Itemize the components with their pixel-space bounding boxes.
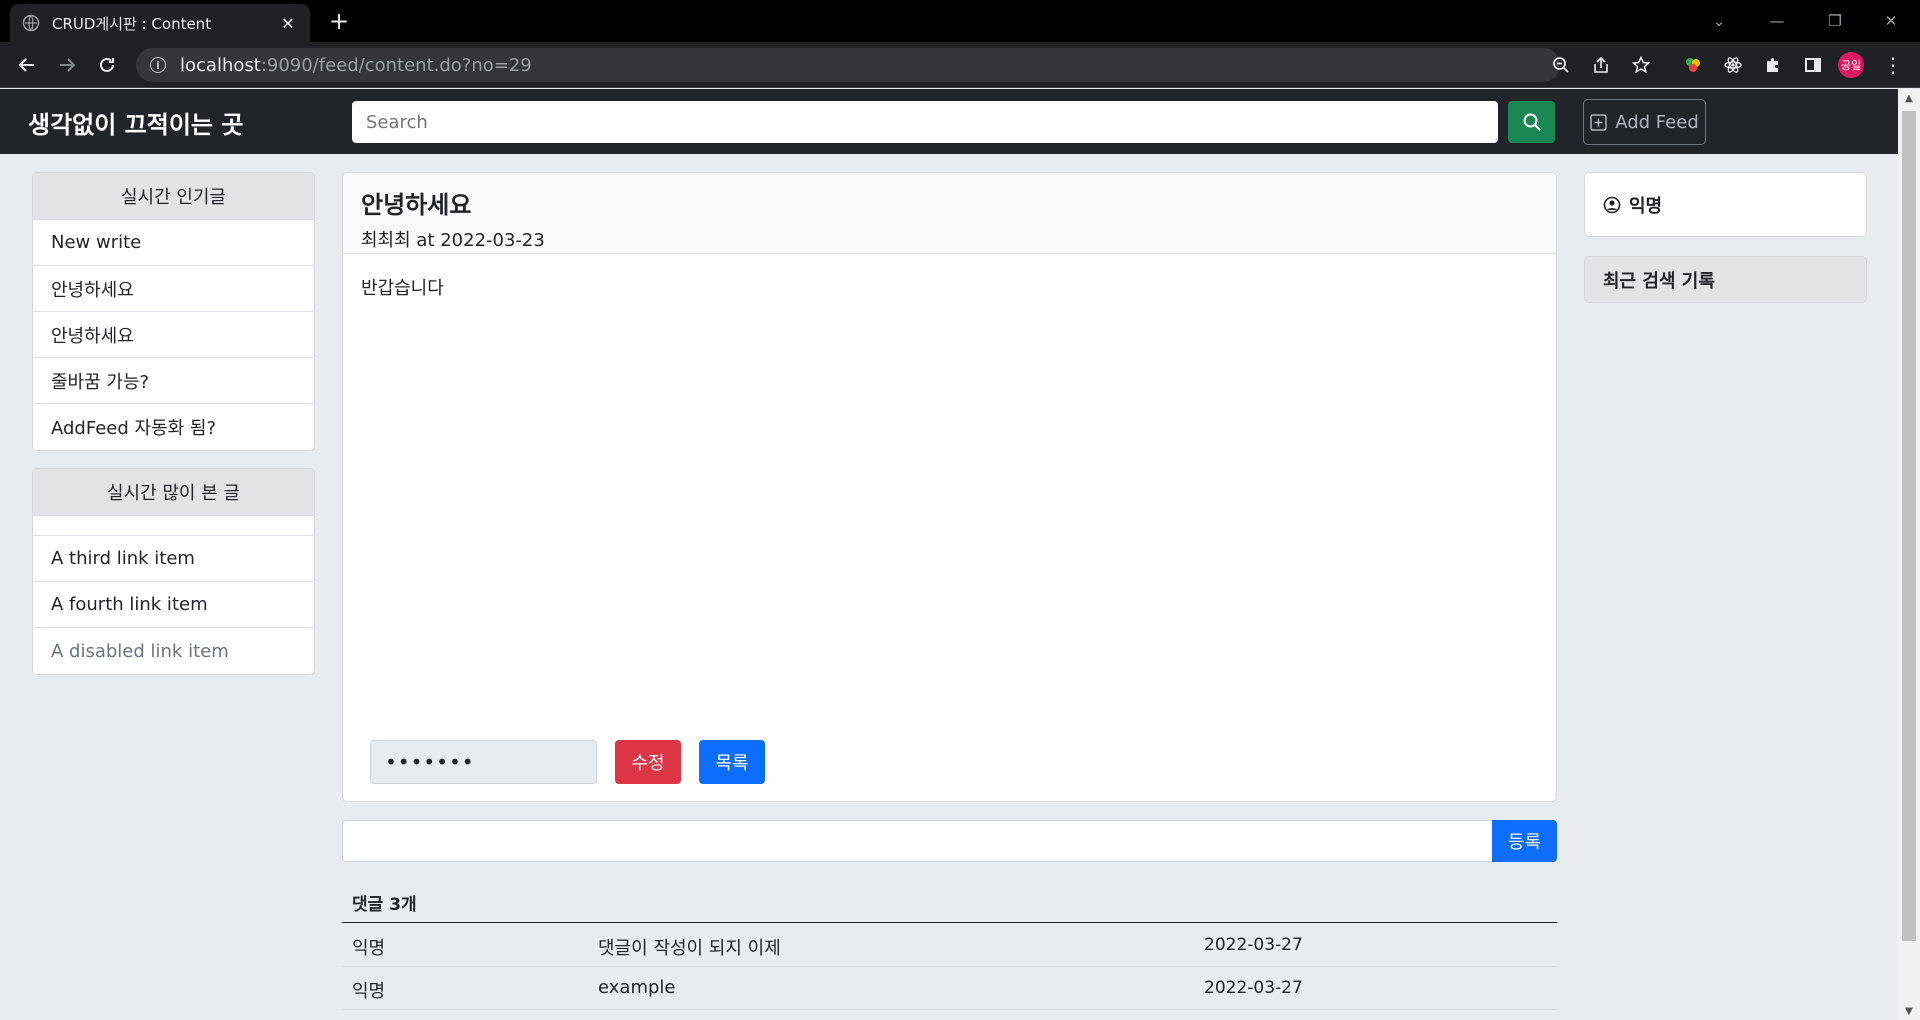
user-circle-icon: [1603, 196, 1621, 213]
scrollbar-thumb[interactable]: [1902, 111, 1916, 941]
popular-item[interactable]: 안녕하세요: [33, 266, 314, 312]
post-header: 안녕하세요 최최최 at 2022-03-23: [343, 173, 1556, 254]
popular-item[interactable]: 줄바꿈 가능?: [33, 358, 314, 404]
post-card: 안녕하세요 최최최 at 2022-03-23 반갑습니다 ••••••• 수정…: [342, 172, 1557, 802]
popular-item[interactable]: 안녕하세요: [33, 312, 314, 358]
comment-row: 익명 댓글이 작성이 되지 이제 2022-03-27: [342, 924, 1557, 967]
site-brand[interactable]: 생각없이 끄적이는 곳: [28, 105, 243, 140]
url-host: localhost: [180, 54, 261, 76]
popular-posts-card: 실시간 인기글 New write 안녕하세요 안녕하세요 줄바꿈 가능? Ad…: [32, 172, 315, 451]
user-card: 익명: [1584, 172, 1867, 237]
recent-search-card: 최근 검색 기록: [1584, 256, 1867, 303]
post-body: 반갑습니다: [361, 278, 444, 299]
globe-icon: [22, 14, 40, 32]
popular-item[interactable]: New write: [33, 220, 314, 266]
comment-input[interactable]: [342, 820, 1493, 862]
back-icon[interactable]: [12, 50, 42, 80]
browser-menu-icon[interactable]: ⋮: [1880, 52, 1906, 78]
comment-date: 2022-03-27: [1204, 935, 1303, 955]
comment-row: 익명 example 2022-03-27: [342, 967, 1557, 1010]
new-tab-icon[interactable]: +: [326, 8, 352, 34]
scroll-down-icon[interactable]: ▼: [1898, 1002, 1920, 1020]
site-navbar: 생각없이 끄적이는 곳 Add Feed: [0, 89, 1898, 154]
address-bar[interactable]: i localhost:9090/feed/content.do?no=29: [136, 48, 1560, 82]
most-viewed-item[interactable]: A fourth link item: [33, 582, 314, 628]
post-title: 안녕하세요: [361, 191, 472, 219]
most-viewed-card: 실시간 많이 본 글 A third link item A fourth li…: [32, 468, 315, 675]
search-button[interactable]: [1508, 101, 1555, 143]
search-input[interactable]: [352, 101, 1498, 143]
search-icon: [1523, 113, 1541, 131]
reload-icon[interactable]: [92, 50, 122, 80]
comment-text: 댓글이 작성이 되지 이제: [598, 938, 781, 959]
comment-text: example: [598, 977, 676, 998]
comment-author: 익명: [352, 938, 386, 959]
restore-icon[interactable]: ❐: [1806, 0, 1864, 42]
add-feed-button[interactable]: Add Feed: [1583, 99, 1706, 145]
comment-submit-button[interactable]: 등록: [1492, 820, 1557, 862]
browser-tab[interactable]: CRUD게시판 : Content ✕: [10, 4, 310, 42]
add-feed-label: Add Feed: [1615, 111, 1699, 133]
extension-color-icon[interactable]: [1680, 52, 1706, 78]
close-window-icon[interactable]: ✕: [1862, 0, 1920, 42]
profile-avatar[interactable]: 공일: [1838, 52, 1864, 78]
bookmark-star-icon[interactable]: [1626, 50, 1656, 80]
plus-square-icon: [1590, 113, 1607, 131]
scroll-up-icon[interactable]: ▲: [1898, 89, 1920, 107]
zoom-icon[interactable]: [1546, 50, 1576, 80]
close-tab-icon[interactable]: ✕: [278, 14, 298, 33]
share-icon[interactable]: [1586, 50, 1616, 80]
comments-divider: [342, 922, 1557, 923]
edit-button[interactable]: 수정: [615, 740, 681, 784]
react-devtools-icon[interactable]: [1720, 52, 1746, 78]
side-panel-icon[interactable]: [1800, 52, 1826, 78]
list-button[interactable]: 목록: [699, 740, 765, 784]
tab-title: CRUD게시판 : Content: [52, 14, 212, 33]
comment-date: 2022-03-27: [1204, 978, 1303, 998]
comments-count: 댓글 3개: [352, 895, 417, 915]
most-viewed-title: 실시간 많이 본 글: [33, 469, 314, 516]
post-meta: 최최최 at 2022-03-23: [361, 230, 545, 251]
popular-posts-title: 실시간 인기글: [33, 173, 314, 220]
forward-icon[interactable]: [52, 50, 82, 80]
url-path: :9090/feed/content.do?no=29: [260, 54, 532, 76]
tab-search-icon[interactable]: ⌄: [1690, 0, 1748, 42]
most-viewed-item-disabled: A disabled link item: [51, 640, 229, 662]
browser-tabbar: CRUD게시판 : Content ✕ + ⌄ — ❐ ✕: [0, 0, 1920, 42]
most-viewed-item[interactable]: A third link item: [33, 536, 314, 582]
list-item[interactable]: [33, 516, 314, 536]
password-field[interactable]: •••••••: [370, 740, 597, 784]
minimize-icon[interactable]: —: [1748, 0, 1806, 42]
popular-item[interactable]: AddFeed 자동화 됨?: [33, 404, 314, 450]
comment-author: 익명: [352, 981, 386, 1002]
extensions-puzzle-icon[interactable]: [1760, 52, 1786, 78]
recent-search-title: 최근 검색 기록: [1603, 270, 1715, 292]
site-info-icon[interactable]: i: [150, 57, 166, 73]
user-name: 익명: [1629, 195, 1663, 217]
browser-toolbar: i localhost:9090/feed/content.do?no=29: [0, 42, 1920, 88]
page-scrollbar[interactable]: ▲ ▼: [1898, 89, 1920, 1020]
